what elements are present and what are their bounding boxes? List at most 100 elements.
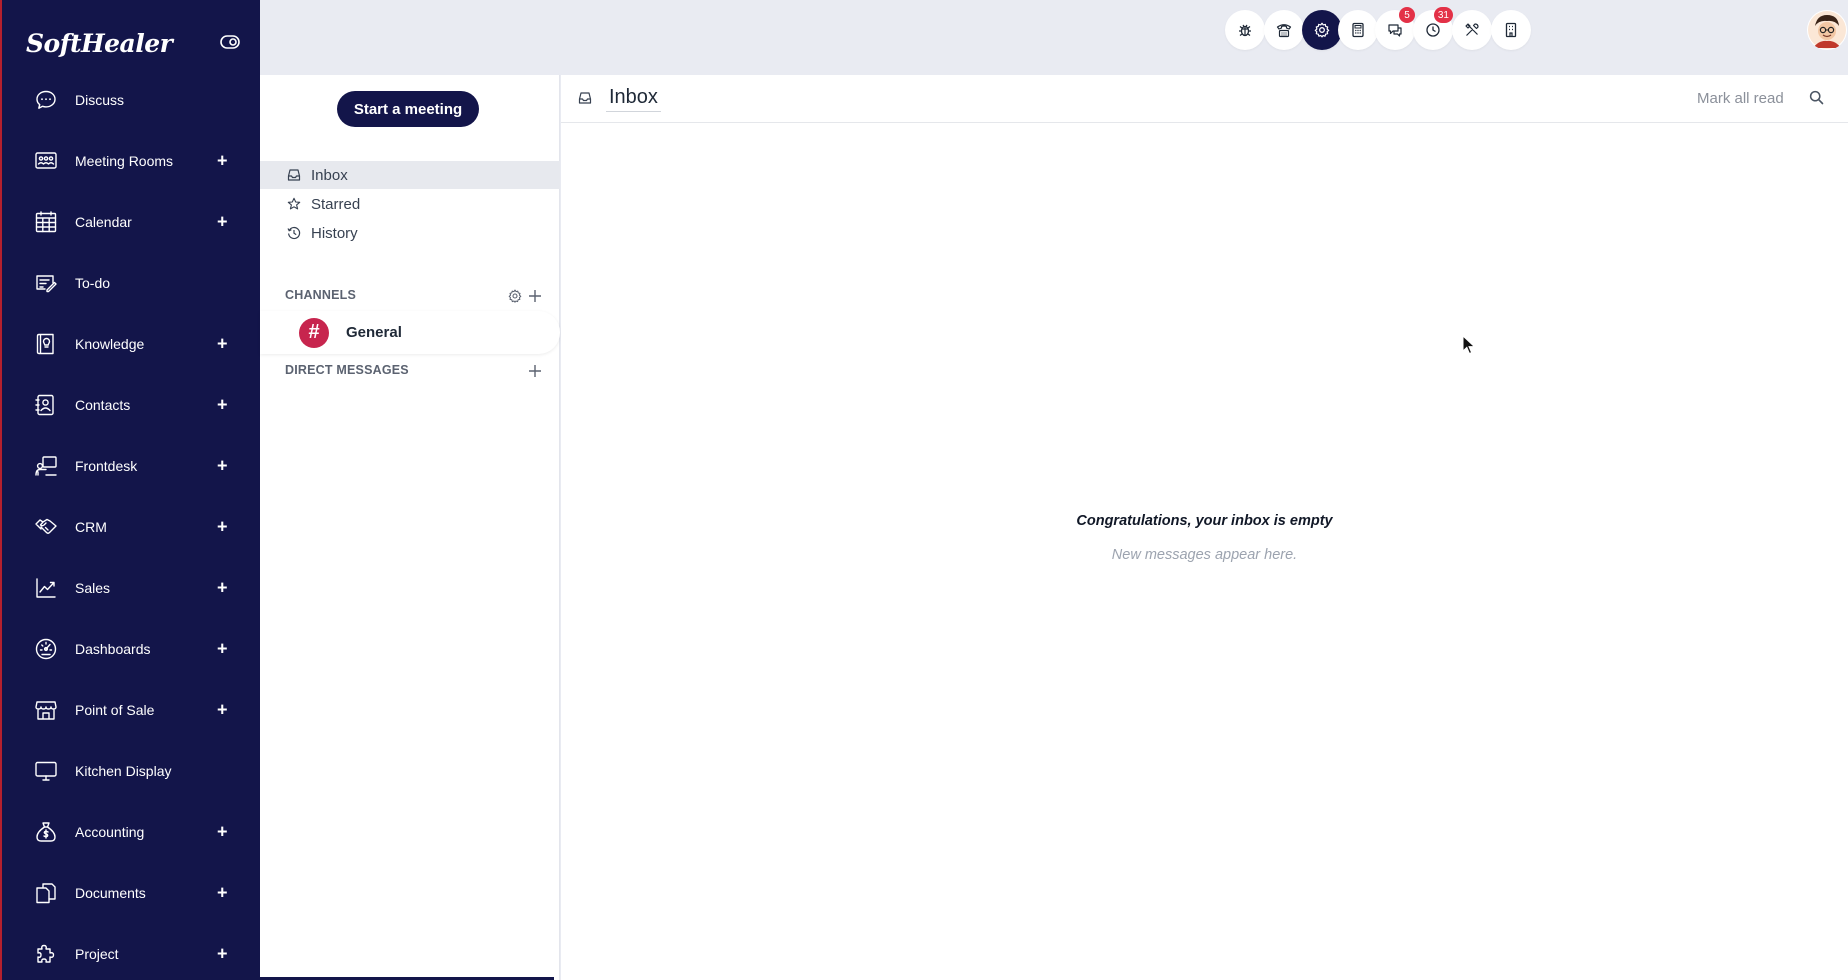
expand-plus-icon[interactable]: + — [217, 577, 228, 598]
sidebar-item-label: Point of Sale — [75, 701, 155, 718]
todo-icon — [33, 270, 59, 296]
sidebar-nav: Discuss Meeting Rooms + Calendar + To-do Knowl… — [2, 69, 260, 980]
sidebar-item-label: Dashboards — [75, 640, 151, 657]
sidebar-item-label: CRM — [75, 518, 107, 535]
user-avatar[interactable] — [1807, 10, 1847, 50]
notification-badge: 31 — [1433, 7, 1453, 23]
phone-button[interactable] — [1264, 10, 1304, 50]
tools-icon — [1464, 22, 1480, 38]
mailbox-label: Inbox — [311, 166, 348, 184]
sidebar-item-project[interactable]: Project + — [2, 923, 260, 980]
empty-inbox-title: Congratulations, your inbox is empty — [1076, 513, 1333, 529]
knowledge-icon — [33, 331, 59, 357]
sidebar-item-calendar[interactable]: Calendar + — [2, 191, 260, 252]
inbox-icon — [578, 91, 594, 107]
star-icon — [286, 196, 302, 212]
gear-icon — [1314, 22, 1330, 38]
sidebar-item-label: Calendar — [75, 213, 132, 230]
expand-plus-icon[interactable]: + — [217, 211, 228, 232]
frontdesk-icon — [33, 453, 59, 479]
sidebar-item-label: Knowledge — [75, 335, 145, 352]
mailbox-history[interactable]: History — [260, 219, 560, 247]
expand-plus-icon[interactable]: + — [217, 516, 228, 537]
top-bar: 5 31 — [260, 0, 1848, 75]
sidebar-item-label: Sales — [75, 579, 111, 596]
sidebar-item-point-of-sale[interactable]: Point of Sale + — [2, 679, 260, 740]
expand-plus-icon[interactable]: + — [217, 943, 228, 964]
expand-plus-icon[interactable]: + — [217, 821, 228, 842]
sidebar-item-label: Discuss — [75, 91, 125, 108]
inbox-icon — [286, 167, 302, 183]
mouse-cursor-icon — [1462, 334, 1476, 355]
documents-icon — [33, 880, 59, 906]
sidebar-item-dashboards[interactable]: Dashboards + — [2, 618, 260, 679]
channels-header: CHANNELS — [285, 288, 357, 302]
activity-clock-button[interactable]: 31 — [1413, 7, 1453, 50]
app-root: SoftHealer Discuss Meeting Rooms + Calendar… — [0, 0, 1848, 980]
main-sidebar: SoftHealer Discuss Meeting Rooms + Calendar… — [0, 0, 260, 980]
sidebar-item-meeting-rooms[interactable]: Meeting Rooms + — [2, 130, 260, 191]
bug-button[interactable] — [1225, 10, 1265, 50]
money-bag-icon — [33, 819, 59, 845]
start-meeting-button[interactable]: Start a meeting — [337, 91, 479, 127]
sidebar-item-knowledge[interactable]: Knowledge + — [2, 313, 260, 374]
channel-settings-icon[interactable] — [507, 288, 523, 304]
mark-all-read-button[interactable]: Mark all read — [1697, 90, 1784, 107]
messages-icon — [1387, 22, 1403, 38]
monitor-icon — [33, 758, 59, 784]
calculator-icon — [1350, 22, 1366, 38]
sidebar-item-crm[interactable]: CRM + — [2, 496, 260, 557]
history-icon — [286, 225, 302, 241]
sidebar-item-accounting[interactable]: Accounting + — [2, 801, 260, 862]
sidebar-item-sales[interactable]: Sales + — [2, 557, 260, 618]
sidebar-toggle-icon[interactable] — [220, 35, 240, 49]
discuss-sidebar: Start a meeting Inbox Starred History CH… — [260, 75, 560, 980]
mailbox-starred[interactable]: Starred — [260, 190, 560, 218]
meeting-room-icon — [33, 148, 59, 174]
direct-messages-header: DIRECT MESSAGES — [285, 363, 409, 377]
expand-plus-icon[interactable]: + — [217, 882, 228, 903]
add-channel-icon[interactable] — [527, 288, 543, 304]
sidebar-item-label: Contacts — [75, 396, 131, 413]
expand-plus-icon[interactable]: + — [217, 333, 228, 354]
expand-plus-icon[interactable]: + — [217, 455, 228, 476]
messages-button[interactable]: 5 — [1375, 7, 1415, 50]
mailbox-label: History — [311, 224, 358, 242]
chat-icon — [33, 87, 59, 113]
sidebar-item-to-do[interactable]: To-do — [2, 252, 260, 313]
activity-clock-icon — [1425, 22, 1441, 38]
add-direct-message-icon[interactable] — [527, 363, 543, 379]
channel-avatar: # — [299, 317, 329, 348]
channel-item-general[interactable]: # General — [260, 311, 560, 354]
expand-plus-icon[interactable]: + — [217, 394, 228, 415]
expand-plus-icon[interactable]: + — [217, 699, 228, 720]
brand-logo[interactable]: SoftHealer — [26, 26, 173, 60]
building-button[interactable] — [1491, 10, 1531, 50]
calendar-icon — [33, 209, 59, 235]
thread-header: Inbox Mark all read — [561, 75, 1848, 123]
sidebar-item-documents[interactable]: Documents + — [2, 862, 260, 923]
calculator-button[interactable] — [1338, 10, 1378, 50]
puzzle-icon — [33, 941, 59, 967]
sidebar-item-label: Meeting Rooms — [75, 152, 174, 169]
gear-button[interactable] — [1302, 10, 1342, 50]
sidebar-item-kitchen-display[interactable]: Kitchen Display — [2, 740, 260, 801]
sidebar-item-label: Documents — [75, 884, 146, 901]
sidebar-item-frontdesk[interactable]: Frontdesk + — [2, 435, 260, 496]
expand-plus-icon[interactable]: + — [217, 638, 228, 659]
mailbox-label: Starred — [311, 195, 361, 213]
thread-title: Inbox — [606, 86, 661, 112]
store-icon — [33, 697, 59, 723]
handshake-icon — [33, 514, 59, 540]
sidebar-item-contacts[interactable]: Contacts + — [2, 374, 260, 435]
empty-inbox-subtitle: New messages appear here. — [1111, 547, 1298, 563]
mailbox-inbox[interactable]: Inbox — [260, 161, 560, 189]
tools-button[interactable] — [1452, 10, 1492, 50]
chart-line-icon — [33, 575, 59, 601]
sidebar-item-discuss[interactable]: Discuss — [2, 69, 260, 130]
bug-icon — [1237, 22, 1253, 38]
search-icon[interactable] — [1809, 90, 1825, 106]
sidebar-item-label: Project — [75, 945, 119, 962]
sidebar-item-label: To-do — [75, 274, 111, 291]
expand-plus-icon[interactable]: + — [217, 150, 228, 171]
